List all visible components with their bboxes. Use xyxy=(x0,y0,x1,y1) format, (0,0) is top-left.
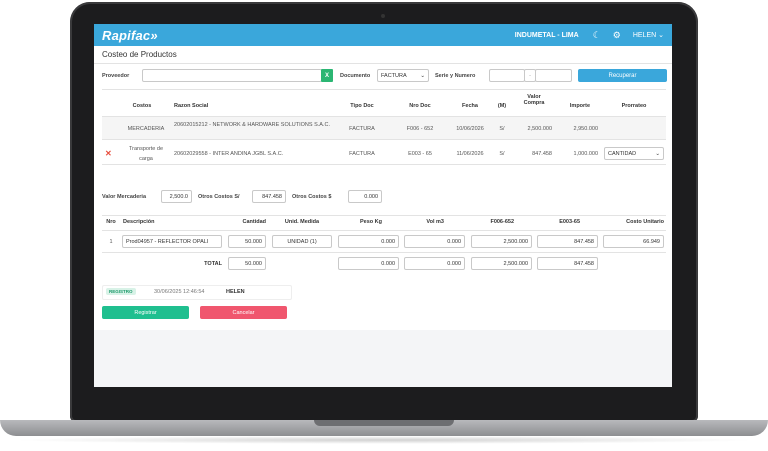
cell-fecha: 11/06/2026 xyxy=(456,151,484,157)
prorrateo-value: CANTIDAD xyxy=(608,150,637,157)
total-vol: 0.000 xyxy=(404,257,465,270)
proveedor-label: Proveedor xyxy=(102,73,130,79)
clear-proveedor-button[interactable]: X xyxy=(321,69,333,82)
cancelar-button[interactable]: Cancelar xyxy=(200,306,287,319)
cell-valor-compra: 847.458 xyxy=(532,151,552,157)
col-peso: Peso Kg xyxy=(359,219,382,225)
chevron-down-icon: ⌄ xyxy=(420,72,425,79)
col-e003: E003-65 xyxy=(559,219,580,225)
col-costo-unitario: Costo Unitario xyxy=(626,219,664,225)
laptop-shadow xyxy=(10,436,758,444)
registro-user: HELEN xyxy=(226,289,245,295)
divider xyxy=(102,139,666,140)
user-menu[interactable]: HELEN ⌄ xyxy=(633,31,664,39)
page-title: Costeo de Productos xyxy=(102,50,177,59)
valor-mercaderia-label: Valor Mercaderia xyxy=(102,194,147,200)
valor-mercaderia-input[interactable]: 2,500.0 xyxy=(161,190,192,203)
top-bar: Rapifac » INDUMETAL - LIMA ☾ ⚙ HELEN ⌄ xyxy=(94,24,672,46)
col-nro-doc: Nro Doc xyxy=(409,103,431,109)
otros-costos-dolares-input[interactable]: 0.000 xyxy=(348,190,382,203)
vol-input[interactable]: 0.000 xyxy=(404,235,465,248)
cell-nro-doc: E003 - 65 xyxy=(408,151,432,157)
documento-select[interactable]: FACTURA ⌄ xyxy=(377,69,429,82)
numero-input[interactable] xyxy=(535,69,572,82)
col-descripcion: Descripción xyxy=(123,219,155,225)
cell-tipo-doc: FACTURA xyxy=(349,151,375,157)
gear-icon[interactable]: ⚙ xyxy=(613,30,621,41)
registrar-button[interactable]: Registrar xyxy=(102,306,189,319)
recuperar-button[interactable]: Recuperar xyxy=(578,69,667,82)
cell-nro-doc: F006 - 652 xyxy=(406,126,434,132)
col-cantidad: Cantidad xyxy=(242,219,266,225)
total-peso: 0.000 xyxy=(338,257,399,270)
otros-costos-soles-input[interactable]: 847.458 xyxy=(252,190,286,203)
registro-datetime: 30/06/2025 12:46:54 xyxy=(154,289,205,295)
cell-razon-social: 20602015212 - NETWORK & HARDWARE SOLUTIO… xyxy=(174,122,330,128)
total-f006: 2,500.000 xyxy=(471,257,532,270)
col-unid-medida: Unid. Medida xyxy=(284,219,320,225)
costo-unitario-input[interactable]: 66.949 xyxy=(603,235,664,248)
documento-value: FACTURA xyxy=(381,72,407,79)
total-cantidad: 50.000 xyxy=(228,257,266,270)
company-name[interactable]: INDUMETAL - LIMA xyxy=(515,32,579,39)
otros-costos-soles-label: Otros Costos S/ xyxy=(198,194,240,200)
cell-moneda: S/ xyxy=(499,126,505,132)
cell-nro: 1 xyxy=(109,239,113,245)
prorrateo-select[interactable]: CANTIDAD ⌄ xyxy=(604,147,664,160)
col-costos: Costos xyxy=(132,103,152,109)
laptop-notch xyxy=(314,420,454,426)
chevron-down-icon: ⌄ xyxy=(655,150,660,157)
divider xyxy=(102,215,666,216)
col-moneda: (M) xyxy=(497,103,507,109)
divider xyxy=(102,164,666,165)
col-fecha: Fecha xyxy=(462,103,478,109)
cell-importe: 1,000.000 xyxy=(573,151,598,157)
main-panel: Costeo de Productos Proveedor X Document… xyxy=(94,46,672,330)
cell-costos: Transporte de carga xyxy=(128,146,164,162)
f006-input[interactable]: 2,500.000 xyxy=(471,235,532,248)
serie-label: Serie y Numero xyxy=(435,73,476,79)
camera-dot xyxy=(381,14,385,18)
col-valor-compra: Valor Compra xyxy=(523,94,545,106)
divider xyxy=(102,89,666,90)
documento-label: Documento xyxy=(340,73,371,79)
cantidad-input[interactable]: 50.000 xyxy=(228,235,266,248)
divider xyxy=(102,252,666,253)
col-prorrateo: Prorrateo xyxy=(621,103,647,109)
divider xyxy=(94,63,672,64)
close-icon[interactable]: ✕ xyxy=(105,149,112,158)
cell-costos: MERCADERIA xyxy=(127,126,165,132)
otros-costos-dolares-label: Otros Costos $ xyxy=(292,194,332,200)
cell-tipo-doc: FACTURA xyxy=(349,126,375,132)
serie-input[interactable] xyxy=(489,69,525,82)
divider xyxy=(102,230,666,231)
brand-arrows-icon: » xyxy=(150,27,158,43)
e003-input[interactable]: 847.458 xyxy=(537,235,598,248)
moon-icon[interactable]: ☾ xyxy=(593,30,601,41)
col-importe: Importe xyxy=(569,103,591,109)
proveedor-input[interactable] xyxy=(142,69,322,82)
cell-valor-compra: 2,500.000 xyxy=(527,126,552,132)
app-screen: Rapifac » INDUMETAL - LIMA ☾ ⚙ HELEN ⌄ C… xyxy=(94,24,672,387)
col-f006: F006-652 xyxy=(490,219,514,225)
col-tipo-doc: Tipo Doc xyxy=(350,103,374,109)
total-e003: 847.458 xyxy=(537,257,598,270)
unid-medida-input[interactable]: UNIDAD (1) xyxy=(272,235,332,248)
cell-moneda: S/ xyxy=(499,151,505,157)
descripcion-input[interactable]: Prod04957 - REFLECTOR OPALI xyxy=(122,235,222,248)
peso-input[interactable]: 0.000 xyxy=(338,235,399,248)
cell-razon-social: 20602029558 - INTER ANDINA JGBL S.A.C. xyxy=(174,151,284,157)
cell-importe: 2,950.000 xyxy=(573,126,598,132)
col-nro: Nro xyxy=(106,219,116,225)
col-razon-social: Razon Social xyxy=(174,103,209,109)
col-vol: Vol m3 xyxy=(426,219,444,225)
registro-badge: REGISTRO xyxy=(106,288,136,295)
brand-logo: Rapifac xyxy=(102,27,151,43)
cell-fecha: 10/06/2026 xyxy=(456,126,484,132)
total-label: TOTAL xyxy=(204,261,222,267)
